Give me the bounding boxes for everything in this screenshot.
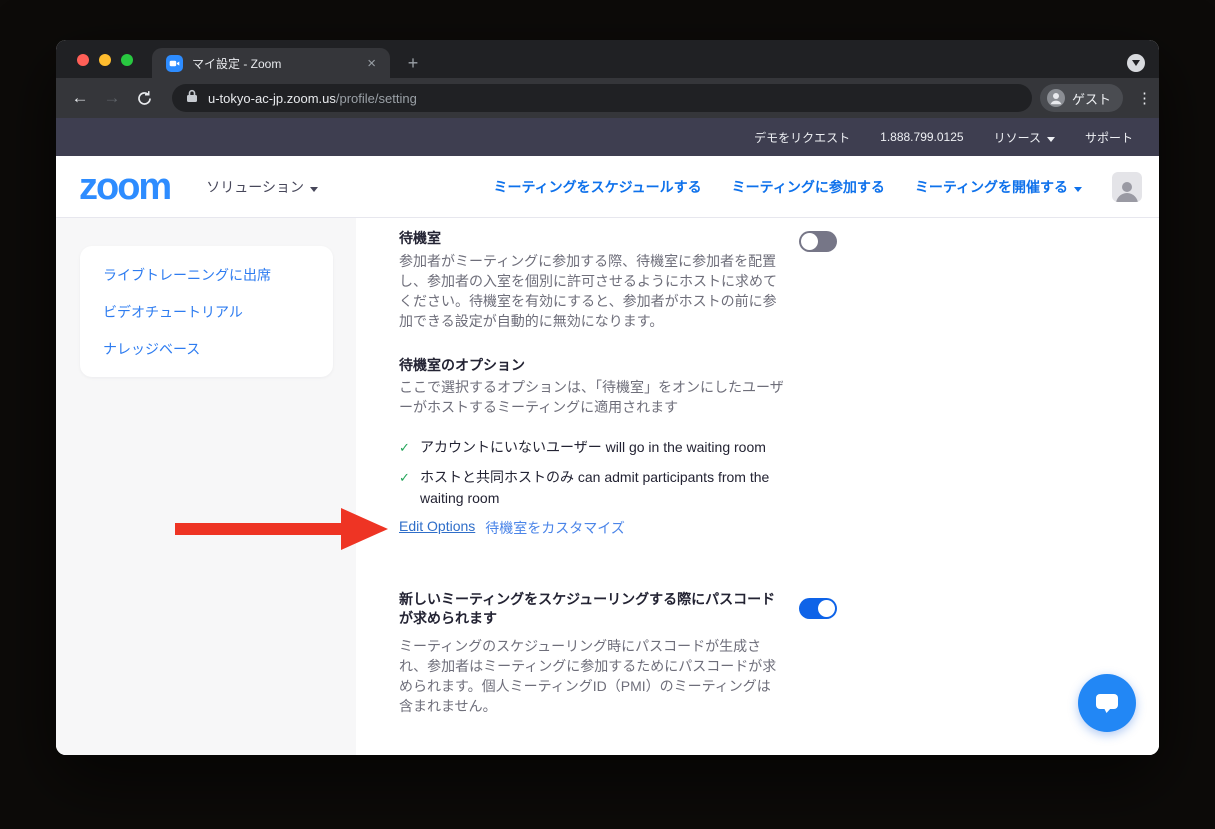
solutions-dropdown[interactable]: ソリューション [206, 177, 318, 197]
waiting-room-options-title: 待機室のオプション [399, 355, 525, 375]
browser-toolbar: ← → u-tokyo-ac-jp.zoom.us/profile/settin… [56, 78, 1159, 118]
option-check-item: ✓ アカウントにいないユーザー will go in the waiting r… [399, 437, 766, 458]
browser-tab[interactable]: マイ設定 - Zoom × [152, 48, 390, 78]
waiting-room-title: 待機室 [399, 228, 441, 248]
browser-profile-button[interactable]: ゲスト [1040, 84, 1123, 112]
sidebar-link-live-training[interactable]: ライブトレーニングに出席 [80, 256, 333, 293]
tab-title: マイ設定 - Zoom [192, 55, 363, 72]
close-window-button[interactable] [77, 54, 89, 66]
tab-strip: マイ設定 - Zoom × + [56, 40, 1159, 78]
waiting-room-description: 参加者がミーティングに参加する際、待機室に参加者を配置 し、参加者の入室を個別に… [399, 251, 777, 331]
page-content: ライブトレーニングに出席 ビデオチュートリアル ナレッジベース 待機室 参加者が… [56, 218, 1159, 755]
reload-icon[interactable] [130, 90, 158, 107]
tab-close-icon[interactable]: × [363, 54, 380, 73]
person-icon [1114, 178, 1140, 202]
new-tab-button[interactable]: + [400, 50, 426, 76]
join-meeting-link[interactable]: ミーティングに参加する [732, 177, 885, 197]
forward-icon[interactable]: → [98, 88, 126, 108]
annotation-arrow [175, 523, 343, 535]
url-host: u-tokyo-ac-jp.zoom.us [208, 91, 336, 106]
schedule-meeting-link[interactable]: ミーティングをスケジュールする [493, 177, 701, 197]
phone-number-link[interactable]: 1.888.799.0125 [880, 130, 963, 144]
check-icon: ✓ [399, 467, 420, 509]
option-check-item: ✓ ホストと共同ホストのみ can admit participants fro… [399, 467, 769, 509]
passcode-description: ミーティングのスケジューリング時にパスコードが生成さ れ、参加者はミーティングに… [399, 636, 776, 716]
site-header: zoom ソリューション ミーティングをスケジュールする ミーティングに参加する… [56, 156, 1159, 218]
address-bar[interactable]: u-tokyo-ac-jp.zoom.us/profile/setting [172, 84, 1032, 112]
waiting-room-options-description: ここで選択するオプションは、「待機室」をオンにしたユーザ ーがホストするミーティ… [399, 377, 784, 417]
customize-waiting-room-link[interactable]: 待機室をカスタマイズ [485, 518, 625, 538]
sidebar-link-video-tutorials[interactable]: ビデオチュートリアル [80, 293, 333, 330]
download-indicator-icon[interactable] [1127, 54, 1145, 72]
back-icon[interactable]: ← [66, 88, 94, 108]
annotation-arrow-head [341, 508, 388, 550]
person-icon [1046, 88, 1066, 108]
browser-window: マイ設定 - Zoom × + ← → u-tokyo-ac-jp.zoom.u… [56, 40, 1159, 755]
options-links-row: Edit Options 待機室をカスタマイズ [399, 518, 625, 538]
chat-bubble-icon [1094, 691, 1120, 715]
passcode-title: 新しいミーティングをスケジューリングする際にパスコード が求められます [399, 590, 775, 628]
site-topbar: デモをリクエスト 1.888.799.0125 リソース サポート [56, 118, 1159, 156]
chat-widget-button[interactable] [1078, 674, 1136, 732]
host-meeting-dropdown[interactable]: ミーティングを開催する [915, 177, 1082, 197]
support-link[interactable]: サポート [1085, 129, 1133, 146]
zoom-window-button[interactable] [121, 54, 133, 66]
sidebar: ライブトレーニングに出席 ビデオチュートリアル ナレッジベース [56, 218, 356, 755]
edit-options-link[interactable]: Edit Options [399, 518, 475, 538]
resources-dropdown[interactable]: リソース [994, 129, 1055, 146]
sidebar-card: ライブトレーニングに出席 ビデオチュートリアル ナレッジベース [80, 246, 333, 377]
waiting-room-toggle[interactable] [799, 231, 837, 252]
chevron-down-icon [310, 187, 318, 192]
settings-main: 待機室 参加者がミーティングに参加する際、待機室に参加者を配置 し、参加者の入室… [356, 218, 1159, 755]
check-icon: ✓ [399, 437, 420, 458]
chevron-down-icon [1074, 187, 1082, 192]
zoom-favicon-icon [166, 55, 183, 72]
header-nav: ミーティングをスケジュールする ミーティングに参加する ミーティングを開催する [493, 172, 1142, 202]
passcode-toggle[interactable] [799, 598, 837, 619]
url-path: /profile/setting [336, 91, 417, 106]
minimize-window-button[interactable] [99, 54, 111, 66]
zoom-logo[interactable]: zoom [79, 168, 170, 206]
request-demo-link[interactable]: デモをリクエスト [754, 129, 850, 146]
sidebar-link-knowledge-base[interactable]: ナレッジベース [80, 330, 333, 367]
traffic-lights [77, 54, 133, 66]
guest-label: ゲスト [1072, 89, 1111, 108]
lock-icon [186, 89, 198, 108]
user-avatar[interactable] [1112, 172, 1142, 202]
chevron-down-icon [1047, 137, 1055, 142]
browser-menu-icon[interactable]: ⋮ [1137, 89, 1152, 107]
